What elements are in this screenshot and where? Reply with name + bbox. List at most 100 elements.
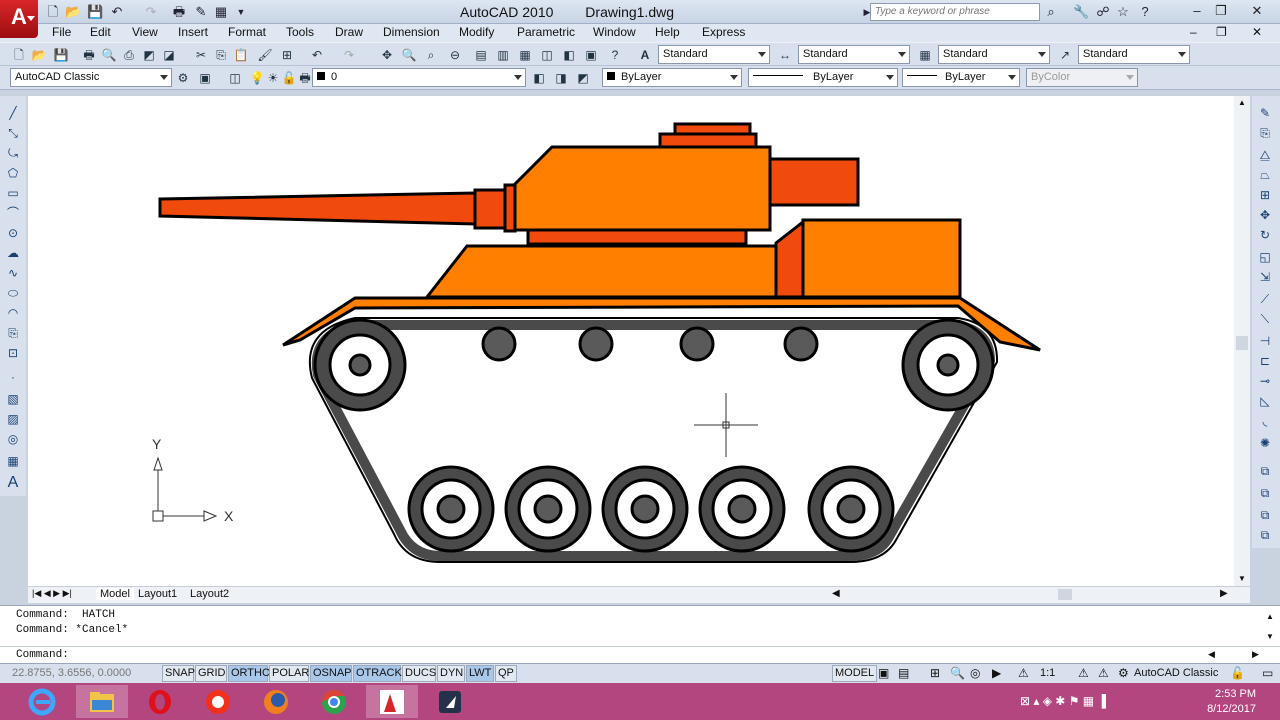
zoom-realtime-icon[interactable]: 🔍 [400,46,418,64]
workspace-switch[interactable]: AutoCAD Classic [1134,667,1218,679]
layer-previous-icon[interactable]: ◨ [552,69,570,87]
menu-tools[interactable]: Tools [286,25,314,39]
pan-icon[interactable]: ✥ [378,46,396,64]
menu-file[interactable]: File [52,25,71,39]
opera-icon[interactable] [134,685,186,718]
cmd-hscroll-right-icon[interactable]: ▶ [1252,649,1259,660]
chamfer-icon[interactable]: ◺ [1256,392,1274,410]
toggle-qp[interactable]: QP [495,665,517,682]
mirror-icon[interactable]: ⧋ [1256,146,1274,164]
steering-wheel-icon[interactable]: ◎ [970,666,980,680]
minimize-button[interactable]: – [1184,2,1210,20]
communication-icon[interactable]: ☍ [1094,3,1112,20]
lock-icon[interactable]: 🔓 [1230,666,1245,680]
spline-icon[interactable]: ∿ [4,264,22,282]
cmd-scroll-up-icon[interactable]: ▲ [1266,612,1274,621]
match-properties-icon[interactable]: 🖌 [256,46,274,64]
sheet-set-icon[interactable]: ◫ [538,46,556,64]
firefox-icon[interactable] [250,685,302,718]
toggle-lwt[interactable]: LWT [466,665,494,682]
tray-icons[interactable]: ⊠ ▴ ◈ ✱ ⚑ ▦ ▐ [1020,694,1106,708]
multiline-text-icon[interactable]: A [4,474,22,492]
tab-model[interactable]: Model [96,588,134,600]
menu-express[interactable]: Express [702,25,745,39]
move-icon[interactable]: ✥ [1256,206,1274,224]
cmd-hscroll-left-icon[interactable]: ◀ [1208,649,1215,660]
rotate-icon[interactable]: ↻ [1256,226,1274,244]
cut-icon[interactable]: ✂ [192,46,210,64]
polygon-icon[interactable]: ⬠ [4,164,22,182]
clock-time[interactable]: 2:53 PM [1196,688,1256,700]
layer-states-icon[interactable]: ◩ [574,69,592,87]
favorites-icon[interactable]: ☆ [1114,3,1132,20]
new-icon[interactable]: 🗋 [44,3,62,20]
trim-icon[interactable]: ⟋ [1256,290,1274,308]
scroll-left-icon[interactable]: ◀ [832,588,840,599]
horizontal-scroll-thumb[interactable] [1058,589,1072,600]
lineweight-select[interactable]: ByLayer [902,68,1020,87]
join-icon[interactable]: ⊸ [1256,372,1274,390]
toggle-osnap[interactable]: OSNAP [310,665,352,682]
multileader-style-select[interactable]: Standard [1078,45,1190,64]
showmotion-icon[interactable]: ▶ [992,666,1001,680]
extend-icon[interactable]: ⟍ [1256,310,1274,328]
gradient-icon[interactable]: ▨ [4,410,22,428]
quickcalc-icon[interactable]: ▣ [582,46,600,64]
vertical-scroll-thumb[interactable] [1236,336,1248,350]
offset-icon[interactable]: ⏢ [1256,166,1274,184]
menu-format[interactable]: Format [228,25,266,39]
command-input[interactable]: Command: ◀ ▶ [0,646,1280,662]
search-input[interactable]: Type a keyword or phrase [870,3,1040,21]
plot-preview-icon[interactable]: 🔍 [100,46,118,64]
model-space-button[interactable]: MODEL [832,665,878,682]
menu-window[interactable]: Window [593,25,636,39]
auto-scale-icon[interactable]: ⚠ [1098,666,1109,680]
help-icon[interactable]: ? [1136,3,1154,20]
design-center-icon[interactable]: ▥ [494,46,512,64]
workspace-settings-icon[interactable]: ⚙ [174,69,192,87]
coordinate-readout[interactable]: 22.8755, 3.6556, 0.0000 [12,667,131,679]
open-icon[interactable]: 📂 [64,3,82,20]
menu-insert[interactable]: Insert [178,25,208,39]
internet-explorer-icon[interactable] [16,685,68,718]
menu-edit[interactable]: Edit [90,25,111,39]
customize-icon[interactable]: ▣ [196,69,214,87]
menu-help[interactable]: Help [655,25,680,39]
help-icon[interactable]: ? [606,46,624,64]
qnew-icon[interactable]: 🗋 [10,46,28,64]
properties-icon[interactable]: ▤ [472,46,490,64]
construction-line-icon[interactable]: ⤡ [4,124,22,142]
doc-close-button[interactable]: ✕ [1252,25,1262,39]
publish-icon[interactable]: ⎙ [120,46,138,64]
erase-icon[interactable]: ✎ [1256,104,1274,122]
layout-icon[interactable]: ▤ [898,666,909,680]
tab-layout2[interactable]: Layout2 [190,588,229,600]
polyline-icon[interactable]: ⤿ [4,144,22,162]
menu-view[interactable]: View [132,25,158,39]
workspace-icon[interactable]: ▦ [212,3,230,20]
first-tab-icon[interactable]: |◀ ◀ ▶ ▶| [32,588,72,599]
properties-icon[interactable]: ✎ [192,3,210,20]
quick-view-icon[interactable]: ⊞ [930,666,940,680]
menu-modify[interactable]: Modify [459,25,494,39]
tab-layout1[interactable]: Layout1 [138,588,177,600]
fillet-icon[interactable]: ◟ [1256,412,1274,430]
vertical-scrollbar[interactable]: ▲ ▼ [1234,96,1250,586]
clean-screen-icon[interactable]: ▭ [1262,666,1273,680]
draworder-back-icon[interactable]: ⧉ [1256,484,1274,502]
application-menu-button[interactable]: A [0,0,38,38]
zoom-window-icon[interactable]: ⌕ [422,46,440,64]
annotation-visibility-icon[interactable]: ⚠ [1078,666,1089,680]
toggle-ortho[interactable]: ORTHO [228,665,271,682]
menu-parametric[interactable]: Parametric [517,25,575,39]
explode-icon[interactable]: ✺ [1256,434,1274,452]
save-icon[interactable]: 💾 [52,46,70,64]
markup-icon[interactable]: ◧ [560,46,578,64]
tool-palettes-icon[interactable]: ▦ [516,46,534,64]
menu-dimension[interactable]: Dimension [383,25,440,39]
plotstyle-select[interactable]: ByColor [1026,68,1138,87]
clock-date[interactable]: 8/12/2017 [1196,703,1256,715]
block-editor-icon[interactable]: ⊞ [278,46,296,64]
line-icon[interactable]: ╱ [4,104,22,122]
subscription-icon[interactable]: 🔧 [1072,3,1090,20]
